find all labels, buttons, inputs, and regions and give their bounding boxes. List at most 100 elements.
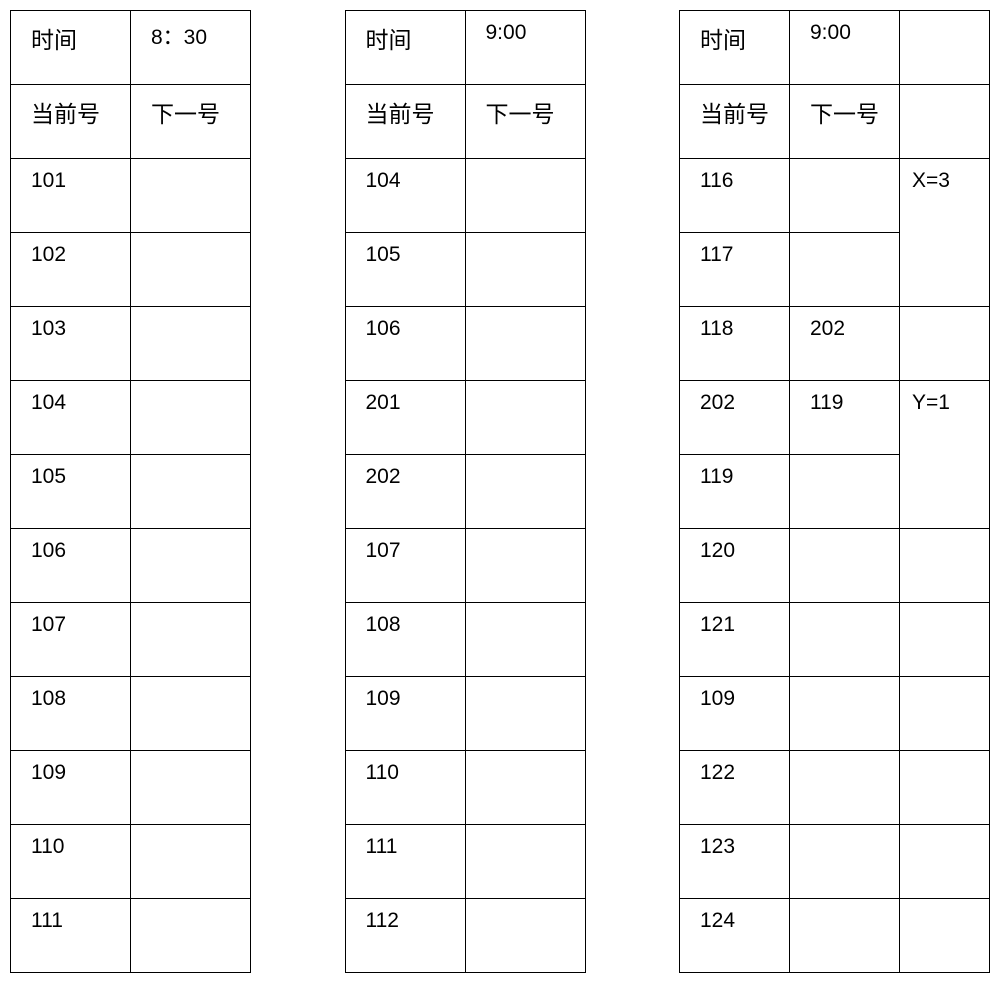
data-row: 202 — [345, 455, 585, 529]
data-row: 101 — [11, 159, 251, 233]
data-row: 104 — [345, 159, 585, 233]
current-num: 123 — [680, 825, 790, 899]
extra-cell — [900, 751, 990, 825]
data-row: 111 — [11, 899, 251, 973]
next-num — [131, 307, 251, 381]
next-num — [131, 751, 251, 825]
data-row: 110 — [11, 825, 251, 899]
current-num: 202 — [680, 381, 790, 455]
next-num — [131, 677, 251, 751]
current-num: 109 — [345, 677, 465, 751]
current-num: 104 — [345, 159, 465, 233]
annotation-x: X=3 — [900, 159, 990, 307]
current-num: 105 — [345, 233, 465, 307]
current-label: 当前号 — [680, 85, 790, 159]
header-row-columns: 当前号 下一号 — [680, 85, 990, 159]
extra-cell — [900, 307, 990, 381]
extra-cell — [900, 899, 990, 973]
data-row: 201 — [345, 381, 585, 455]
data-row: 107 — [345, 529, 585, 603]
current-num: 104 — [11, 381, 131, 455]
current-num: 110 — [11, 825, 131, 899]
next-num — [790, 899, 900, 973]
next-num — [465, 159, 585, 233]
next-num — [465, 381, 585, 455]
data-row: 124 — [680, 899, 990, 973]
next-label: 下一号 — [790, 85, 900, 159]
current-num: 119 — [680, 455, 790, 529]
current-label: 当前号 — [345, 85, 465, 159]
data-row: 108 — [345, 603, 585, 677]
next-num — [790, 677, 900, 751]
next-num — [790, 233, 900, 307]
current-num: 101 — [11, 159, 131, 233]
data-row: 102 — [11, 233, 251, 307]
data-row: 202 119 Y=1 — [680, 381, 990, 455]
time-label: 时间 — [345, 11, 465, 85]
current-num: 108 — [11, 677, 131, 751]
queue-table-b: 时间 9:00 当前号 下一号 104 105 106 201 202 107 … — [345, 10, 586, 973]
next-num — [465, 825, 585, 899]
current-num: 107 — [345, 529, 465, 603]
header-row-time: 时间 9:00 — [345, 11, 585, 85]
next-num — [131, 529, 251, 603]
data-row: 111 — [345, 825, 585, 899]
data-row: 122 — [680, 751, 990, 825]
data-row: 120 — [680, 529, 990, 603]
current-num: 110 — [345, 751, 465, 825]
next-num — [790, 603, 900, 677]
next-num — [790, 751, 900, 825]
data-row: 109 — [11, 751, 251, 825]
current-num: 121 — [680, 603, 790, 677]
data-row: 106 — [345, 307, 585, 381]
current-num: 111 — [11, 899, 131, 973]
data-row: 105 — [11, 455, 251, 529]
next-num — [790, 825, 900, 899]
next-num — [131, 233, 251, 307]
data-row: 103 — [11, 307, 251, 381]
data-row: 107 — [11, 603, 251, 677]
current-num: 201 — [345, 381, 465, 455]
data-row: 110 — [345, 751, 585, 825]
data-row: 116 X=3 — [680, 159, 990, 233]
next-num — [790, 455, 900, 529]
data-row: 106 — [11, 529, 251, 603]
current-num: 105 — [11, 455, 131, 529]
current-num: 124 — [680, 899, 790, 973]
queue-table-c: 时间 9:00 当前号 下一号 116 X=3 117 118 202 202 … — [679, 10, 990, 973]
extra-cell — [900, 529, 990, 603]
next-num: 119 — [790, 381, 900, 455]
current-num: 109 — [11, 751, 131, 825]
next-num: 202 — [790, 307, 900, 381]
current-num: 118 — [680, 307, 790, 381]
queue-table-a: 时间 8：30 当前号 下一号 101 102 103 104 105 106 … — [10, 10, 251, 973]
time-value: 9:00 — [465, 11, 585, 85]
current-label: 当前号 — [11, 85, 131, 159]
next-num — [790, 159, 900, 233]
data-row: 105 — [345, 233, 585, 307]
data-row: 112 — [345, 899, 585, 973]
header-row-time: 时间 9:00 — [680, 11, 990, 85]
current-num: 117 — [680, 233, 790, 307]
current-num: 116 — [680, 159, 790, 233]
time-label: 时间 — [11, 11, 131, 85]
current-num: 107 — [11, 603, 131, 677]
next-num — [465, 751, 585, 825]
next-num — [131, 825, 251, 899]
tables-container: 时间 8：30 当前号 下一号 101 102 103 104 105 106 … — [10, 10, 990, 973]
next-num — [465, 529, 585, 603]
time-label: 时间 — [680, 11, 790, 85]
next-label: 下一号 — [131, 85, 251, 159]
annotation-y: Y=1 — [900, 381, 990, 529]
header-row-columns: 当前号 下一号 — [345, 85, 585, 159]
next-num — [465, 455, 585, 529]
extra-cell — [900, 85, 990, 159]
current-num: 102 — [11, 233, 131, 307]
next-num — [790, 529, 900, 603]
current-num: 120 — [680, 529, 790, 603]
current-num: 202 — [345, 455, 465, 529]
next-num — [131, 381, 251, 455]
header-row-columns: 当前号 下一号 — [11, 85, 251, 159]
next-num — [465, 899, 585, 973]
next-num — [465, 233, 585, 307]
